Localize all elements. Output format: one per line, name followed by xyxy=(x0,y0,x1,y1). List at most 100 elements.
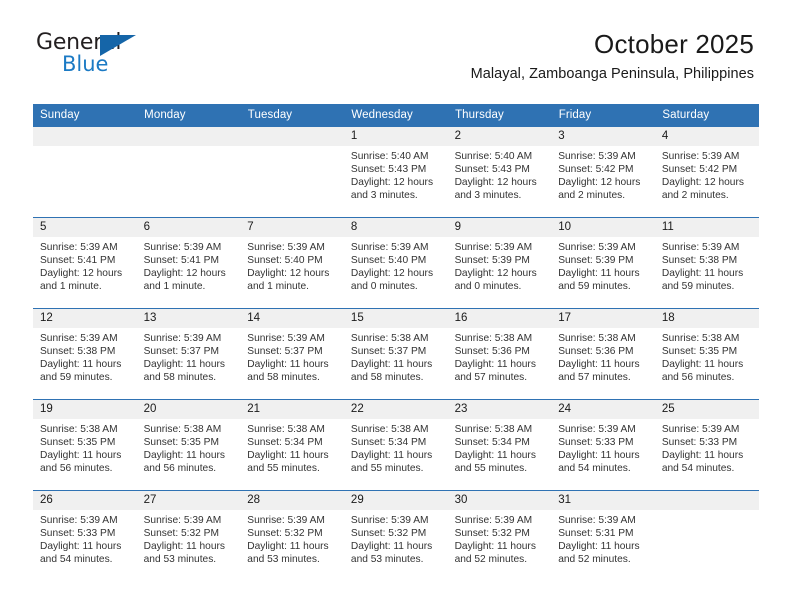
day-info-line: Sunrise: 5:39 AM xyxy=(661,424,740,435)
calendar-day-cell[interactable]: 4 Sunrise: 5:39 AM Sunset: 5:42 PM Daylight… xyxy=(654,126,759,218)
day-info-line: Sunrise: 5:39 AM xyxy=(350,242,429,253)
day-info-line: Sunset: 5:34 PM xyxy=(350,437,427,449)
day-info-line: Sunset: 5:31 PM xyxy=(558,528,634,540)
calendar-empty-cell xyxy=(33,126,137,218)
day-info-line: Sunrise: 5:39 AM xyxy=(143,515,222,526)
calendar-day-cell[interactable]: 10 Sunrise: 5:39 AM Sunset: 5:39 PM Dayligh… xyxy=(551,217,655,309)
day-info-line: Daylight: 12 hours xyxy=(247,268,330,280)
day-info-line: and 59 minutes. xyxy=(661,281,735,293)
calendar-day-cell[interactable]: 7 Sunrise: 5:39 AM Sunset: 5:40 PM Daylight… xyxy=(240,217,344,309)
day-info-line: Sunrise: 5:40 AM xyxy=(350,151,429,162)
day-number: 21 xyxy=(240,400,344,419)
day-info-line: Sunrise: 5:39 AM xyxy=(40,515,118,526)
day-info-line: Sunset: 5:33 PM xyxy=(661,437,738,449)
calendar-day-cell[interactable]: 12 Sunrise: 5:39 AM Sunset: 5:38 PM Dayligh… xyxy=(33,308,137,400)
day-info-line: and 55 minutes. xyxy=(247,463,320,475)
day-info-line: Sunrise: 5:38 AM xyxy=(661,333,740,344)
day-info-line: and 3 minutes. xyxy=(350,190,418,202)
day-number: 15 xyxy=(343,309,448,328)
day-info-line: Sunrise: 5:38 AM xyxy=(143,424,222,435)
day-sun-info: Sunrise: 5:39 AM Sunset: 5:42 PM Daylight:… xyxy=(655,146,759,202)
day-info-line: and 59 minutes. xyxy=(558,281,631,293)
calendar-table: Sunday Monday Tuesday Wednesday Thursday… xyxy=(33,104,759,581)
day-info-line: Daylight: 11 hours xyxy=(40,541,122,553)
calendar-day-cell[interactable]: 25 Sunrise: 5:39 AM Sunset: 5:33 PM Dayligh… xyxy=(654,399,759,491)
day-info-line: Daylight: 11 hours xyxy=(558,541,640,553)
calendar-day-cell[interactable]: 22 Sunrise: 5:38 AM Sunset: 5:34 PM Dayligh… xyxy=(343,399,448,491)
day-info-line: Sunset: 5:42 PM xyxy=(661,164,738,176)
day-info-line: Sunset: 5:32 PM xyxy=(247,528,323,540)
logo-text-blue: Blue xyxy=(62,52,109,76)
calendar-day-cell[interactable]: 17 Sunrise: 5:38 AM Sunset: 5:36 PM Dayligh… xyxy=(551,308,655,400)
calendar-day-cell[interactable]: 28 Sunrise: 5:39 AM Sunset: 5:32 PM Dayligh… xyxy=(240,490,344,581)
calendar-day-cell[interactable]: 18 Sunrise: 5:38 AM Sunset: 5:35 PM Dayligh… xyxy=(654,308,759,400)
day-number: 2 xyxy=(447,127,552,146)
day-info-line: Sunset: 5:32 PM xyxy=(143,528,219,540)
calendar-day-cell[interactable]: 11 Sunrise: 5:39 AM Sunset: 5:38 PM Dayligh… xyxy=(654,217,759,309)
calendar-day-cell[interactable]: 3 Sunrise: 5:39 AM Sunset: 5:42 PM Daylight… xyxy=(551,126,655,218)
day-number: 1 xyxy=(343,127,448,146)
calendar-day-cell[interactable]: 14 Sunrise: 5:39 AM Sunset: 5:37 PM Dayligh… xyxy=(240,308,344,400)
calendar-day-cell[interactable]: 2 Sunrise: 5:40 AM Sunset: 5:43 PM Daylight… xyxy=(447,126,552,218)
day-number: 7 xyxy=(240,218,344,237)
calendar-day-cell[interactable]: 19 Sunrise: 5:38 AM Sunset: 5:35 PM Dayligh… xyxy=(33,399,137,491)
day-info-line: Sunset: 5:33 PM xyxy=(40,528,116,540)
day-info-line: and 3 minutes. xyxy=(454,190,522,202)
weekday-header-friday: Friday xyxy=(551,104,656,127)
day-number: 14 xyxy=(240,309,344,328)
day-info-line: Daylight: 11 hours xyxy=(350,541,433,553)
day-info-line: Sunrise: 5:39 AM xyxy=(661,242,740,253)
day-info-line: and 55 minutes. xyxy=(454,463,528,475)
calendar-day-cell[interactable]: 1 Sunrise: 5:40 AM Sunset: 5:43 PM Daylight… xyxy=(343,126,448,218)
day-info-line: Sunrise: 5:39 AM xyxy=(40,333,118,344)
day-number: 24 xyxy=(551,400,655,419)
calendar-day-cell[interactable]: 20 Sunrise: 5:38 AM Sunset: 5:35 PM Dayligh… xyxy=(136,399,241,491)
day-sun-info: Sunrise: 5:38 AM Sunset: 5:34 PM Daylight:… xyxy=(240,419,344,475)
day-info-line: Sunrise: 5:39 AM xyxy=(661,151,740,162)
day-sun-info: Sunrise: 5:40 AM Sunset: 5:43 PM Daylight:… xyxy=(344,146,448,202)
calendar-empty-cell xyxy=(240,126,344,218)
day-info-line: Daylight: 12 hours xyxy=(143,268,226,280)
calendar-day-cell[interactable]: 21 Sunrise: 5:38 AM Sunset: 5:34 PM Dayligh… xyxy=(240,399,344,491)
day-info-line: Sunset: 5:34 PM xyxy=(247,437,323,449)
day-info-line: Sunset: 5:32 PM xyxy=(350,528,427,540)
calendar-day-cell[interactable]: 8 Sunrise: 5:39 AM Sunset: 5:40 PM Daylight… xyxy=(343,217,448,309)
general-blue-logo[interactable]: General Blue xyxy=(36,32,146,80)
calendar-day-cell[interactable]: 6 Sunrise: 5:39 AM Sunset: 5:41 PM Daylight… xyxy=(136,217,241,309)
day-info-line: Daylight: 11 hours xyxy=(247,359,329,371)
calendar-day-cell[interactable]: 31 Sunrise: 5:39 AM Sunset: 5:31 PM Dayligh… xyxy=(551,490,655,581)
day-info-line: Sunset: 5:43 PM xyxy=(350,164,427,176)
calendar-day-cell[interactable]: 5 Sunrise: 5:39 AM Sunset: 5:41 PM Daylight… xyxy=(33,217,137,309)
day-info-line: Sunrise: 5:39 AM xyxy=(454,515,533,526)
calendar-day-cell[interactable]: 30 Sunrise: 5:39 AM Sunset: 5:32 PM Dayligh… xyxy=(447,490,552,581)
day-info-line: Sunset: 5:32 PM xyxy=(454,528,530,540)
day-info-line: and 56 minutes. xyxy=(143,463,217,475)
calendar-week-row: 12 Sunrise: 5:39 AM Sunset: 5:38 PM Dayligh… xyxy=(33,308,759,400)
weekday-header-monday: Monday xyxy=(136,104,241,127)
day-info-line: and 2 minutes. xyxy=(661,190,729,202)
calendar-day-cell[interactable]: 27 Sunrise: 5:39 AM Sunset: 5:32 PM Dayligh… xyxy=(136,490,241,581)
title-block: October 2025 Malayal, Zamboanga Peninsul… xyxy=(471,29,754,82)
day-info-line: and 0 minutes. xyxy=(350,281,418,293)
day-sun-info: Sunrise: 5:39 AM Sunset: 5:33 PM Daylight:… xyxy=(551,419,655,475)
day-sun-info: Sunrise: 5:39 AM Sunset: 5:40 PM Daylight:… xyxy=(344,237,448,293)
day-info-line: and 52 minutes. xyxy=(558,554,631,566)
calendar-day-cell[interactable]: 26 Sunrise: 5:39 AM Sunset: 5:33 PM Dayligh… xyxy=(33,490,137,581)
day-sun-info: Sunrise: 5:38 AM Sunset: 5:35 PM Daylight:… xyxy=(33,419,137,475)
day-info-line: and 56 minutes. xyxy=(661,372,735,384)
calendar-day-cell[interactable]: 13 Sunrise: 5:39 AM Sunset: 5:37 PM Dayligh… xyxy=(136,308,241,400)
day-sun-info: Sunrise: 5:38 AM Sunset: 5:35 PM Daylight:… xyxy=(655,328,759,384)
day-info-line: Daylight: 12 hours xyxy=(40,268,123,280)
calendar-day-cell[interactable]: 24 Sunrise: 5:39 AM Sunset: 5:33 PM Dayligh… xyxy=(551,399,655,491)
calendar-day-cell[interactable]: 29 Sunrise: 5:39 AM Sunset: 5:32 PM Dayligh… xyxy=(343,490,448,581)
day-info-line: Sunset: 5:35 PM xyxy=(143,437,219,449)
day-info-line: Daylight: 11 hours xyxy=(661,359,744,371)
day-number: 11 xyxy=(654,218,759,237)
day-number: 26 xyxy=(33,491,137,510)
calendar-day-cell[interactable]: 16 Sunrise: 5:38 AM Sunset: 5:36 PM Dayligh… xyxy=(447,308,552,400)
calendar-day-cell[interactable]: 15 Sunrise: 5:38 AM Sunset: 5:37 PM Dayligh… xyxy=(343,308,448,400)
calendar-week-row: 1 Sunrise: 5:40 AM Sunset: 5:43 PM Daylight… xyxy=(33,126,759,218)
day-info-line: Sunset: 5:41 PM xyxy=(143,255,219,267)
calendar-day-cell[interactable]: 9 Sunrise: 5:39 AM Sunset: 5:39 PM Daylight… xyxy=(447,217,552,309)
calendar-day-cell[interactable]: 23 Sunrise: 5:38 AM Sunset: 5:34 PM Dayligh… xyxy=(447,399,552,491)
